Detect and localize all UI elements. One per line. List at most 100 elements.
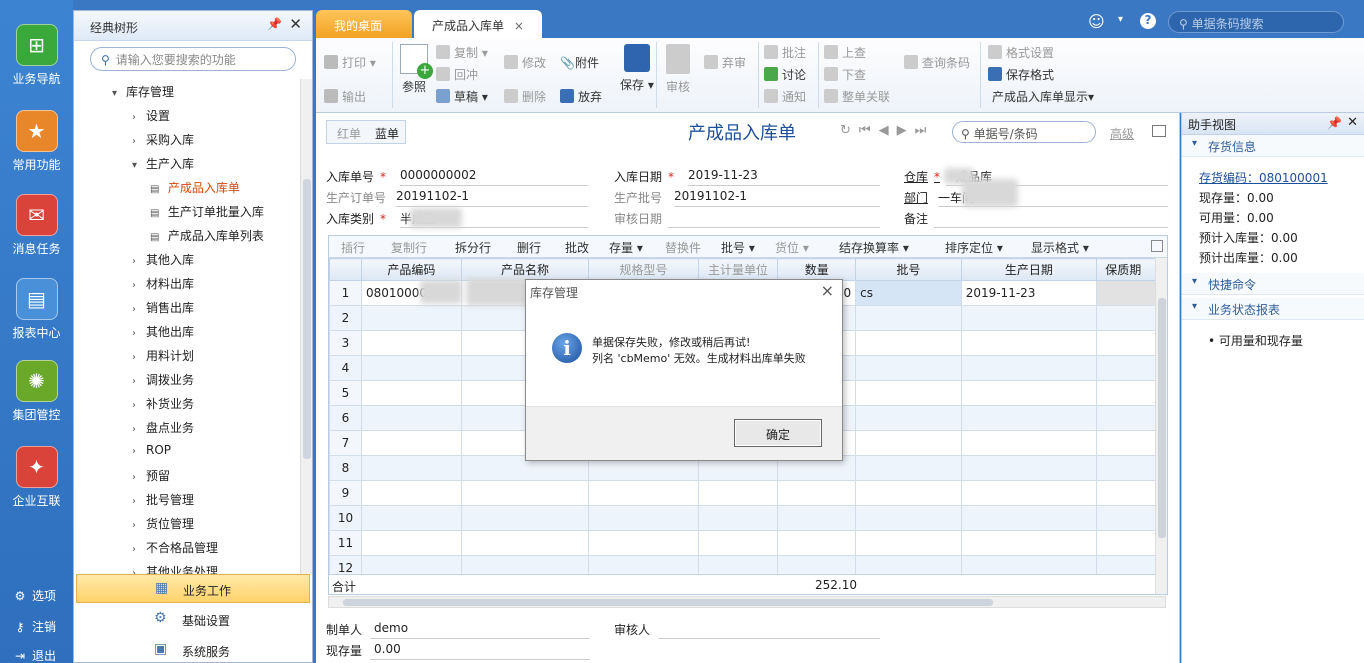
discard-button[interactable]: 放弃: [560, 88, 602, 105]
batch-edit-button[interactable]: 批改: [565, 239, 589, 256]
insert-row-button[interactable]: 插行: [341, 239, 365, 256]
function-search-input[interactable]: ⚲ 请输入您要搜索的功能: [90, 47, 296, 71]
exit-button[interactable]: ⇥ 退出: [12, 647, 56, 663]
format-setting-button[interactable]: 格式设置: [988, 44, 1054, 61]
location-dropdown[interactable]: 货位 ▾: [775, 239, 809, 256]
export-button[interactable]: 输出: [324, 88, 366, 105]
attachment-button[interactable]: 📎附件: [560, 54, 599, 71]
tree-node-transfer[interactable]: › 调拨业务: [132, 371, 194, 388]
copy-row-button[interactable]: 复制行: [391, 239, 427, 256]
scroll-thumb[interactable]: [303, 179, 311, 459]
inventory-code-link[interactable]: 存货编码：080100001: [1199, 169, 1328, 186]
receipt-date-field[interactable]: 2019-11-23: [688, 168, 880, 186]
tab-product-receipt[interactable]: 产成品入库单 ×: [414, 10, 542, 40]
report-link-qty[interactable]: • 可用量和现存量: [1208, 332, 1303, 349]
tree-node-rop[interactable]: › ROP: [132, 443, 171, 457]
conversion-dropdown[interactable]: 结存换算率 ▾: [839, 239, 909, 256]
receipt-no-field[interactable]: 0000000002: [400, 168, 588, 186]
print-button[interactable]: 打印 ▾: [324, 54, 376, 71]
expand-icon[interactable]: [1151, 240, 1163, 252]
close-icon[interactable]: ✕: [1347, 115, 1358, 130]
tree-node-other-in[interactable]: › 其他入库: [132, 251, 194, 268]
tree-node-nonconforming[interactable]: › 不合格品管理: [132, 539, 218, 556]
grid-hscrollbar[interactable]: [328, 596, 1166, 608]
logout-button[interactable]: ⚷ 注销: [12, 618, 56, 635]
batch-dropdown[interactable]: 批号 ▾: [721, 239, 755, 256]
pin-icon[interactable]: 📌: [267, 17, 282, 31]
barcode-search-input[interactable]: ⚲ 单据条码搜索: [1168, 11, 1344, 33]
table-row[interactable]: 9: [329, 480, 1167, 506]
tree-node-replenish[interactable]: › 补货业务: [132, 395, 194, 412]
sort-dropdown[interactable]: 排序定位 ▾: [945, 239, 1003, 256]
section-basic-settings[interactable]: ⚙ 基础设置: [76, 605, 310, 634]
col-batch[interactable]: 批号: [855, 258, 962, 281]
rail-item-nav[interactable]: ⊞ 业务导航: [0, 24, 73, 87]
table-row[interactable]: 10: [329, 505, 1167, 531]
tree-node-sales-out[interactable]: › 销售出库: [132, 299, 194, 316]
section-quick-commands[interactable]: ▾ 快捷命令: [1182, 273, 1364, 295]
copy-button[interactable]: 复制 ▾: [436, 44, 488, 61]
table-row[interactable]: 11: [329, 530, 1167, 556]
reference-button[interactable]: + 参照: [400, 44, 433, 95]
section-business-work[interactable]: ▦ 业务工作: [76, 574, 310, 603]
close-icon[interactable]: ×: [514, 19, 524, 33]
rail-item-interconnect[interactable]: ✦ 企业互联: [0, 446, 73, 509]
split-row-button[interactable]: 拆分行: [455, 239, 491, 256]
tree-node-purchase-in[interactable]: › 采购入库: [132, 131, 194, 148]
unaudit-button[interactable]: 弃审: [704, 54, 746, 71]
bill-search-input[interactable]: ⚲ 单据号/条码: [952, 121, 1096, 143]
chevron-down-icon[interactable]: ▾: [1118, 14, 1123, 25]
tree-node-other-out[interactable]: › 其他出库: [132, 323, 194, 340]
trace-up-button[interactable]: 上查: [824, 44, 866, 61]
trace-down-button[interactable]: 下查: [824, 66, 866, 83]
blue-bill-toggle[interactable]: 蓝单: [375, 125, 399, 142]
annotate-button[interactable]: 批注: [764, 44, 806, 61]
tree-node-receipt-list[interactable]: ▤ 产成品入库单列表: [150, 227, 264, 244]
notify-button[interactable]: 通知: [764, 88, 806, 105]
tree-scrollbar[interactable]: [300, 79, 312, 575]
audit-button[interactable]: 审核: [666, 44, 690, 95]
tree-node-batch-receipt[interactable]: ▤ 生产订单批量入库: [150, 203, 264, 220]
display-format-dropdown[interactable]: 产成品入库单显示▾: [992, 88, 1094, 105]
tree-node-reserve[interactable]: › 预留: [132, 467, 170, 484]
col-product-code[interactable]: 产品编码: [360, 258, 462, 281]
cell-prod-date[interactable]: 2019-11-23: [960, 280, 1098, 306]
section-status-report[interactable]: ▾ 业务状态报表: [1182, 298, 1364, 320]
tree-node-product-receipt[interactable]: ▤ 产成品入库单: [150, 179, 240, 196]
display-format-grid-dropdown[interactable]: 显示格式 ▾: [1031, 239, 1089, 256]
draft-button[interactable]: 草稿 ▾: [436, 88, 488, 105]
query-barcode-button[interactable]: 查询条码: [904, 54, 970, 71]
grid-vscrollbar[interactable]: [1155, 258, 1167, 594]
substitute-button[interactable]: 替换件: [665, 239, 701, 256]
remark-field[interactable]: [934, 210, 1168, 228]
pin-icon[interactable]: 📌: [1327, 116, 1342, 130]
rail-item-favorites[interactable]: ★ 常用功能: [0, 110, 73, 173]
rail-item-reports[interactable]: ▤ 报表中心: [0, 278, 73, 341]
link-doc-button[interactable]: 整单关联: [824, 88, 890, 105]
scroll-thumb[interactable]: [343, 599, 993, 606]
help-icon[interactable]: ?: [1140, 13, 1156, 29]
delete-button[interactable]: 删除: [504, 88, 546, 105]
ok-button[interactable]: 确定: [734, 419, 822, 447]
close-icon[interactable]: ×: [821, 281, 834, 300]
col-spec[interactable]: 规格型号: [588, 258, 699, 281]
section-inventory-info[interactable]: ▾ 存货信息: [1182, 135, 1364, 157]
smile-icon[interactable]: ☺: [1088, 12, 1105, 31]
save-format-button[interactable]: 保存格式: [988, 66, 1054, 83]
stock-dropdown[interactable]: 存量 ▾: [609, 239, 643, 256]
prod-batch-field[interactable]: 20191102-1: [674, 189, 880, 207]
scroll-thumb[interactable]: [1158, 298, 1166, 538]
discuss-button[interactable]: 讨论: [764, 66, 806, 83]
tree-node-location-mgmt[interactable]: › 货位管理: [132, 515, 194, 532]
tree-node-settings[interactable]: › 设置: [132, 107, 170, 124]
col-unit[interactable]: 主计量单位: [697, 258, 779, 281]
tree-node-stocktake[interactable]: › 盘点业务: [132, 419, 194, 436]
audit-date-field[interactable]: [668, 210, 880, 228]
reverse-button[interactable]: 回冲: [436, 66, 478, 83]
options-button[interactable]: ⚙ 选项: [12, 587, 56, 604]
red-bill-toggle[interactable]: 红单: [337, 125, 361, 142]
tree-node-inventory[interactable]: ▾ 库存管理: [112, 83, 174, 100]
rail-item-group[interactable]: ✺ 集团管控: [0, 360, 73, 423]
rail-item-messages[interactable]: ✉ 消息任务: [0, 194, 73, 257]
save-button[interactable]: 保存 ▾: [620, 44, 654, 93]
